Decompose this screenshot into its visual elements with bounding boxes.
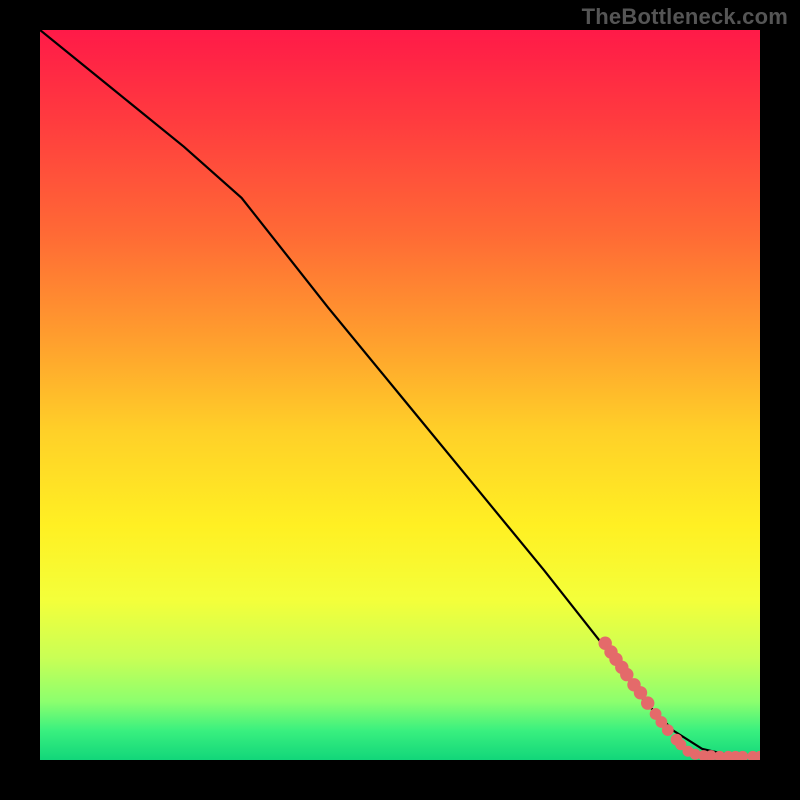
watermark-text: TheBottleneck.com bbox=[582, 4, 788, 30]
scatter-dot bbox=[662, 724, 674, 736]
line-series-curve bbox=[40, 30, 760, 756]
chart-svg bbox=[40, 30, 760, 760]
scatter-dot bbox=[641, 696, 654, 709]
plot-area bbox=[40, 30, 760, 760]
chart-frame: TheBottleneck.com bbox=[0, 0, 800, 800]
scatter-dots bbox=[599, 637, 761, 761]
